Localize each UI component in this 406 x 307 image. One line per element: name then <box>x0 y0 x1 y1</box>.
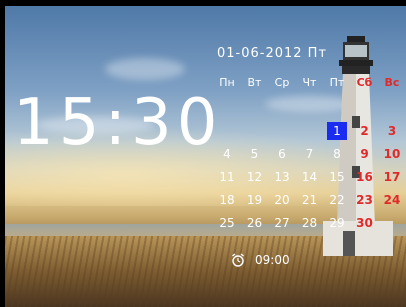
calendar-day: 9 <box>360 147 369 161</box>
alarm: 09:00 <box>231 253 290 267</box>
calendar-day: 15 <box>329 170 345 184</box>
weekday-header: Пт <box>329 76 345 89</box>
calendar-day: 17 <box>383 170 401 184</box>
date-display: 01-06-2012 Пт <box>217 46 328 61</box>
calendar-day: 24 <box>383 193 401 207</box>
calendar-day: 22 <box>329 193 345 207</box>
calendar-day: 5 <box>250 147 259 161</box>
weekday-header: Вт <box>247 76 262 89</box>
clock-time: 15:30 <box>13 86 223 160</box>
screen: 15:30 01-06-2012 Пт Пн Вт Ср Чт Пт Сб Вс 1 2 3 4 5 6… <box>5 6 406 307</box>
calendar-day: 23 <box>356 193 373 207</box>
alarm-time: 09:00 <box>255 253 290 267</box>
calendar-day: 2 <box>360 124 369 138</box>
calendar-day: 13 <box>274 170 290 184</box>
calendar-day: 18 <box>219 193 235 207</box>
calendar-day: 30 <box>356 216 373 230</box>
weekday-header: Вс <box>384 76 400 89</box>
calendar-day: 14 <box>301 170 318 184</box>
weekday-header: Пн <box>219 76 235 89</box>
calendar-day: 29 <box>329 216 345 230</box>
calendar-day: 12 <box>246 170 263 184</box>
weekday-header: Сб <box>356 76 373 89</box>
weekday-header: Чт <box>302 76 317 89</box>
alarm-clock-icon <box>232 253 244 267</box>
calendar-day: 10 <box>383 147 401 161</box>
calendar-day: 4 <box>223 147 231 161</box>
calendar-day: 11 <box>219 170 235 184</box>
calendar-day: 8 <box>333 147 341 161</box>
calendar-day: 21 <box>301 193 318 207</box>
calendar-day: 3 <box>387 124 397 138</box>
weekday-header: Ср <box>274 76 290 89</box>
calendar-day: 27 <box>274 216 290 230</box>
calendar-day: 16 <box>356 170 373 184</box>
calendar-day: 6 <box>278 147 286 161</box>
cloud <box>105 58 185 80</box>
calendar-day: 28 <box>301 216 318 230</box>
calendar-day: 19 <box>246 193 263 207</box>
calendar-day: 25 <box>219 216 235 230</box>
calendar-day: 26 <box>246 216 263 230</box>
calendar-day-today: 1 <box>327 122 347 140</box>
photo-frame-display: 15:30 01-06-2012 Пт Пн Вт Ср Чт Пт Сб Вс 1 2 3 4 5 6… <box>0 0 406 307</box>
calendar-day: 20 <box>274 193 290 207</box>
calendar-day: 7 <box>305 147 314 161</box>
